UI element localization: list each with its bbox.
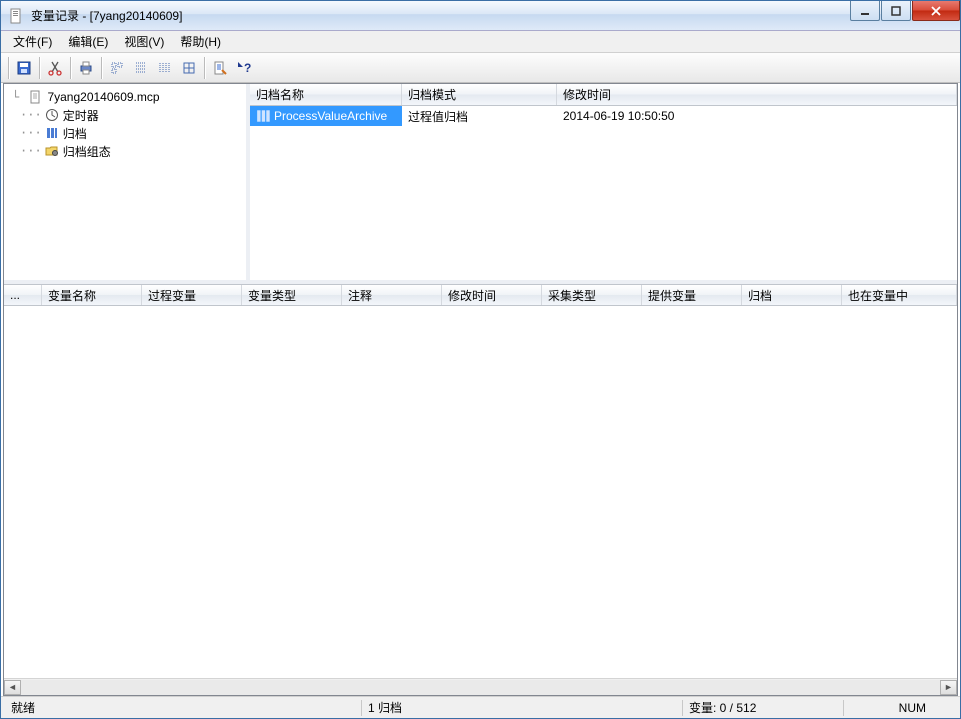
menu-file[interactable]: 文件(F) bbox=[5, 31, 60, 52]
gcol-also-in[interactable]: 也在变量中 bbox=[842, 285, 957, 305]
app-icon bbox=[9, 8, 25, 24]
horizontal-scrollbar[interactable]: ◄ ► bbox=[4, 678, 957, 695]
titlebar[interactable]: 变量记录 - [7yang20140609] bbox=[1, 1, 960, 31]
statusbar: 就绪 1 归档 变量: 0 / 512 NUM bbox=[1, 696, 960, 718]
cell-mode[interactable]: 过程值归档 bbox=[402, 106, 557, 126]
scroll-left-button[interactable]: ◄ bbox=[4, 680, 21, 695]
main-area: └ 7yang20140609.mcp ··· 定时器 ··· 归档 ··· bbox=[3, 83, 958, 696]
table-row[interactable]: ProcessValueArchive 过程值归档 2014-06-19 10:… bbox=[250, 106, 957, 126]
tree-root[interactable]: └ 7yang20140609.mcp bbox=[6, 88, 244, 106]
status-archive-count: 1 归档 bbox=[362, 699, 682, 716]
tool-icon-2[interactable] bbox=[129, 56, 153, 80]
status-ready: 就绪 bbox=[5, 699, 361, 716]
window-title: 变量记录 - [7yang20140609] bbox=[31, 7, 849, 24]
tree-archive[interactable]: ··· 归档 bbox=[6, 124, 244, 142]
clock-icon bbox=[44, 107, 60, 123]
scroll-right-button[interactable]: ► bbox=[940, 680, 957, 695]
col-archive-name[interactable]: 归档名称 bbox=[250, 84, 402, 105]
maximize-button[interactable] bbox=[881, 1, 911, 21]
close-button[interactable] bbox=[912, 1, 960, 21]
variable-grid-header: ... 变量名称 过程变量 变量类型 注释 修改时间 采集类型 提供变量 归档 … bbox=[4, 284, 957, 306]
toolbar: ? bbox=[1, 53, 960, 83]
menu-help[interactable]: 帮助(H) bbox=[172, 31, 229, 52]
help-icon[interactable]: ? bbox=[232, 56, 256, 80]
gcol-acq-type[interactable]: 采集类型 bbox=[542, 285, 642, 305]
tree-root-label: 7yang20140609.mcp bbox=[47, 90, 159, 104]
tree-config-label: 归档组态 bbox=[63, 143, 111, 160]
gcol-archive[interactable]: 归档 bbox=[742, 285, 842, 305]
gcol-modified[interactable]: 修改时间 bbox=[442, 285, 542, 305]
archive-list-header: 归档名称 归档模式 修改时间 bbox=[250, 84, 957, 106]
scroll-track[interactable] bbox=[21, 680, 940, 695]
document-icon bbox=[28, 89, 44, 105]
menu-view[interactable]: 视图(V) bbox=[116, 31, 172, 52]
gcol-idx[interactable]: ... bbox=[4, 285, 42, 305]
col-modified[interactable]: 修改时间 bbox=[557, 84, 957, 105]
status-var-count: 变量: 0 / 512 bbox=[683, 699, 843, 716]
menubar: 文件(F) 编辑(E) 视图(V) 帮助(H) bbox=[1, 31, 960, 53]
tree-view[interactable]: └ 7yang20140609.mcp ··· 定时器 ··· 归档 ··· bbox=[4, 84, 250, 280]
archive-item-icon bbox=[256, 108, 272, 124]
cut-icon[interactable] bbox=[43, 56, 67, 80]
tree-config[interactable]: ··· 归档组态 bbox=[6, 142, 244, 160]
minimize-button[interactable] bbox=[850, 1, 880, 21]
cell-name[interactable]: ProcessValueArchive bbox=[250, 106, 402, 126]
gcol-var-name[interactable]: 变量名称 bbox=[42, 285, 142, 305]
app-window: 变量记录 - [7yang20140609] 文件(F) 编辑(E) 视图(V)… bbox=[0, 0, 961, 719]
tool-icon-1[interactable] bbox=[105, 56, 129, 80]
status-numlock: NUM bbox=[844, 701, 956, 715]
menu-edit[interactable]: 编辑(E) bbox=[60, 31, 116, 52]
archive-list: 归档名称 归档模式 修改时间 ProcessValueArchive 过程值归档… bbox=[250, 84, 957, 280]
variable-grid-body[interactable] bbox=[4, 306, 957, 678]
tree-timer[interactable]: ··· 定时器 bbox=[6, 106, 244, 124]
tree-timer-label: 定时器 bbox=[63, 107, 99, 124]
gcol-comment[interactable]: 注释 bbox=[342, 285, 442, 305]
gcol-proc-var[interactable]: 过程变量 bbox=[142, 285, 242, 305]
svg-text:?: ? bbox=[244, 61, 251, 75]
tree-archive-label: 归档 bbox=[63, 125, 87, 142]
tool-icon-3[interactable] bbox=[153, 56, 177, 80]
window-controls bbox=[849, 1, 960, 30]
variable-grid: ... 变量名称 过程变量 变量类型 注释 修改时间 采集类型 提供变量 归档 … bbox=[4, 284, 957, 695]
properties-icon[interactable] bbox=[208, 56, 232, 80]
upper-pane: └ 7yang20140609.mcp ··· 定时器 ··· 归档 ··· bbox=[4, 84, 957, 284]
folder-gear-icon bbox=[44, 143, 60, 159]
grid-icon[interactable] bbox=[177, 56, 201, 80]
print-icon[interactable] bbox=[74, 56, 98, 80]
gcol-var-type[interactable]: 变量类型 bbox=[242, 285, 342, 305]
archive-list-body[interactable]: ProcessValueArchive 过程值归档 2014-06-19 10:… bbox=[250, 106, 957, 280]
gcol-provide[interactable]: 提供变量 bbox=[642, 285, 742, 305]
col-archive-mode[interactable]: 归档模式 bbox=[402, 84, 557, 105]
archive-icon bbox=[44, 125, 60, 141]
cell-modified[interactable]: 2014-06-19 10:50:50 bbox=[557, 106, 957, 126]
save-icon[interactable] bbox=[12, 56, 36, 80]
